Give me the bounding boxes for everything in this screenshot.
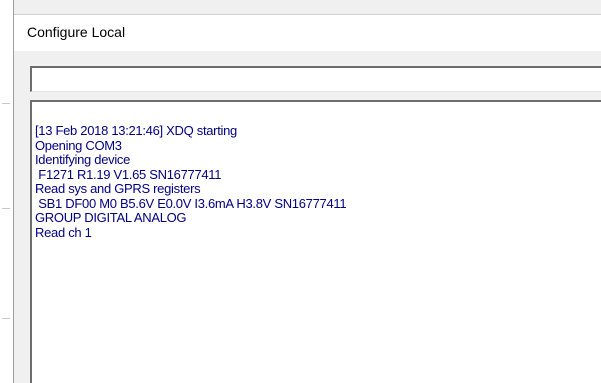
log-line: Identifying device bbox=[35, 152, 131, 167]
log-output[interactable]: [13 Feb 2018 13:21:46] XDQ starting Open… bbox=[30, 100, 601, 383]
log-line: Read ch 1 bbox=[35, 224, 92, 240]
log-line: GROUP DIGITAL ANALOG bbox=[35, 210, 187, 225]
background-divider bbox=[2, 103, 10, 104]
title-bar[interactable]: Configure Local bbox=[14, 14, 601, 51]
window-title: Configure Local bbox=[27, 24, 126, 40]
command-input[interactable] bbox=[30, 66, 601, 92]
background-divider bbox=[2, 208, 10, 209]
configure-local-window: Configure Local [13 Feb 2018 13:21:46] X… bbox=[13, 0, 601, 383]
log-line: SB1 DF00 M0 B5.6V E0.0V I3.6mA H3.8V SN1… bbox=[35, 195, 347, 211]
log-line: [13 Feb 2018 13:21:46] XDQ starting bbox=[35, 123, 237, 138]
log-line: Opening COM3 bbox=[35, 137, 122, 153]
log-line: F1271 R1.19 V1.65 SN16777411 bbox=[35, 166, 222, 182]
log-line: Read sys and GPRS registers bbox=[35, 181, 201, 196]
background-divider bbox=[2, 318, 10, 319]
